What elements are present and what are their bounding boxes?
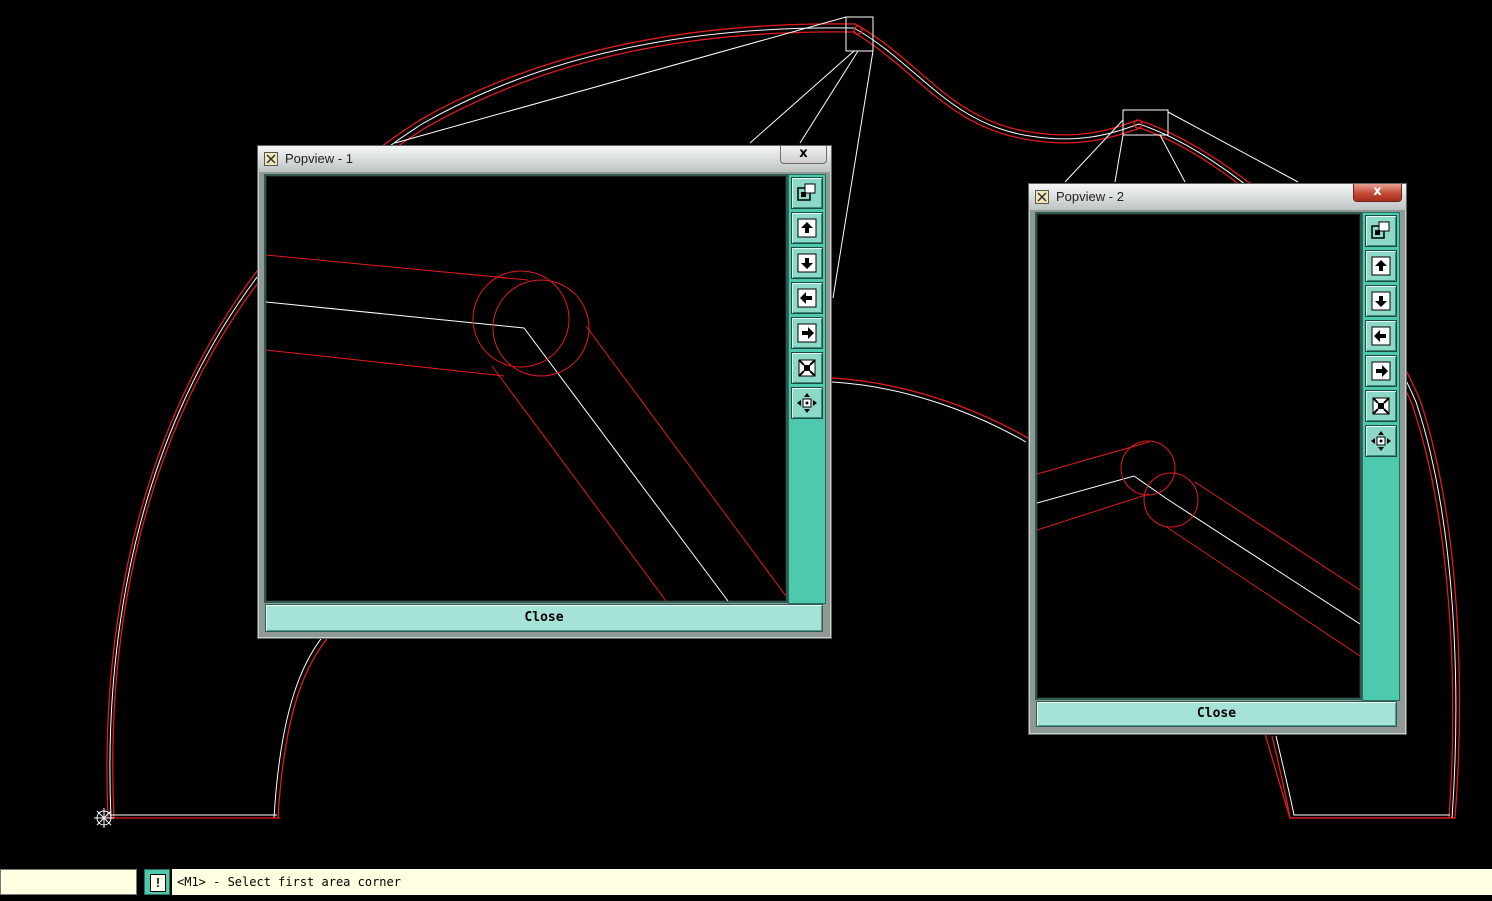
fillet-circle-1 bbox=[1120, 440, 1176, 496]
toolbar-button-zoom-window[interactable] bbox=[791, 177, 823, 209]
pan-up-icon bbox=[1371, 256, 1391, 276]
pan-down-icon bbox=[1371, 291, 1391, 311]
popview-1-toolstrip bbox=[788, 174, 826, 604]
pan-up-icon bbox=[797, 218, 817, 238]
toolbar-button-pan-down[interactable] bbox=[1365, 285, 1397, 317]
popview-1-viewport[interactable] bbox=[264, 174, 788, 603]
command-bar: ! <M1> - Select first area corner bbox=[0, 866, 1492, 901]
command-input[interactable] bbox=[0, 869, 137, 895]
middle-arc-white bbox=[831, 381, 1027, 443]
toolbar-button-zoom-center[interactable] bbox=[1365, 425, 1397, 457]
zoom-center-icon bbox=[1371, 431, 1391, 451]
zoom-fit-icon bbox=[798, 359, 816, 377]
zoomed-outline-right bbox=[1194, 481, 1360, 591]
message-indicator[interactable]: ! bbox=[144, 869, 170, 895]
toolbar-button-pan-right[interactable] bbox=[1365, 355, 1397, 387]
toolbar-button-pan-up[interactable] bbox=[1365, 250, 1397, 282]
inner-arc-red bbox=[277, 619, 346, 819]
popview-2-toolstrip bbox=[1362, 212, 1400, 701]
zoom-window-icon bbox=[1371, 221, 1390, 239]
toolbar-button-zoom-window[interactable] bbox=[1365, 215, 1397, 247]
popview-1-titlebar[interactable]: Popview - 1 x bbox=[258, 146, 831, 172]
toolbar-button-zoom-fit[interactable] bbox=[791, 352, 823, 384]
right-lower-arc-white bbox=[1275, 735, 1450, 816]
right-lower-arc bbox=[1271, 735, 1452, 819]
window-close-button[interactable]: x bbox=[1353, 184, 1402, 202]
app-icon bbox=[1035, 190, 1049, 204]
zoomed-outline-bottom bbox=[266, 349, 505, 377]
pan-right-icon bbox=[1371, 361, 1391, 381]
zoomed-outline-left bbox=[1164, 525, 1360, 657]
window-close-button[interactable]: x bbox=[780, 146, 827, 164]
zoomed-outline-bottom bbox=[1037, 493, 1150, 531]
exclamation-icon: ! bbox=[150, 874, 166, 892]
popview-1-window[interactable]: Popview - 1 x Close bbox=[257, 145, 832, 639]
popview-2-viewport[interactable] bbox=[1035, 212, 1362, 700]
toolbar-button-pan-down[interactable] bbox=[791, 247, 823, 279]
command-prompt: <M1> - Select first area corner bbox=[172, 869, 1492, 895]
toolbar-button-zoom-fit[interactable] bbox=[1365, 390, 1397, 422]
middle-arc bbox=[831, 377, 1029, 439]
toolbar-button-zoom-center[interactable] bbox=[791, 387, 823, 419]
zoomed-centerline bbox=[1037, 475, 1360, 625]
fillet-circle-1 bbox=[472, 270, 570, 368]
popview-2-close-button[interactable]: Close bbox=[1036, 701, 1397, 727]
zoomed-outline-right bbox=[585, 325, 786, 597]
app-icon bbox=[264, 152, 278, 166]
fillet-circle-2 bbox=[1143, 472, 1199, 528]
zoomed-outline-top bbox=[1037, 441, 1150, 475]
popview-2-titlebar[interactable]: Popview - 2 x bbox=[1029, 184, 1406, 210]
toolbar-button-pan-left[interactable] bbox=[1365, 320, 1397, 352]
pan-down-icon bbox=[797, 253, 817, 273]
zoom-window-icon bbox=[797, 183, 816, 201]
toolbar-button-pan-up[interactable] bbox=[791, 212, 823, 244]
popview-1-title: Popview - 1 bbox=[285, 151, 353, 166]
fillet-circle-2 bbox=[492, 279, 590, 377]
inner-arc-white bbox=[273, 617, 341, 819]
toolbar-button-pan-right[interactable] bbox=[791, 317, 823, 349]
pan-right-icon bbox=[797, 323, 817, 343]
popview-2-window[interactable]: Popview - 2 x Close bbox=[1028, 183, 1407, 735]
origin-marker-icon bbox=[94, 808, 114, 828]
pan-left-icon bbox=[1371, 326, 1391, 346]
zoom-center-icon bbox=[797, 393, 817, 413]
toolbar-button-pan-left[interactable] bbox=[791, 282, 823, 314]
zoom-fit-icon bbox=[1372, 397, 1390, 415]
pan-left-icon bbox=[797, 288, 817, 308]
zoomed-outline-top bbox=[266, 254, 529, 281]
popview-2-title: Popview - 2 bbox=[1056, 189, 1124, 204]
popview-1-close-button[interactable]: Close bbox=[265, 604, 823, 632]
